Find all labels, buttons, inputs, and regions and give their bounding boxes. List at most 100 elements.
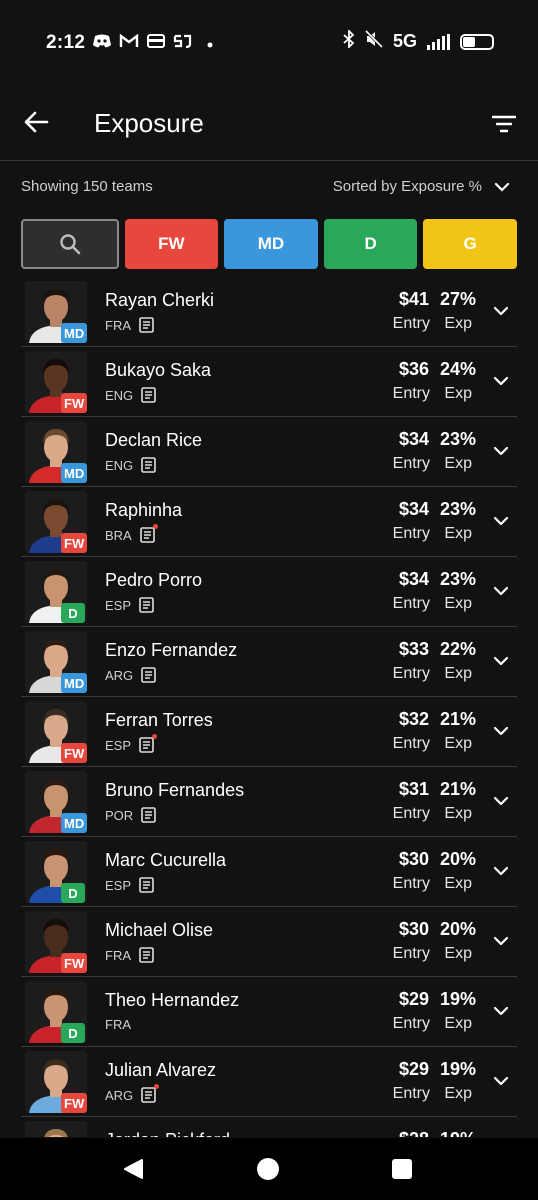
- player-row[interactable]: FW Ferran Torres ESP $32 Entry 21% Exp: [21, 697, 517, 767]
- expand-row-button[interactable]: [491, 931, 511, 951]
- news-icon[interactable]: [139, 877, 154, 893]
- player-country-line: ARG: [105, 667, 156, 683]
- signal-icon: [427, 33, 450, 50]
- player-country-line: FRA: [105, 1017, 131, 1032]
- position-label: FW: [64, 535, 85, 551]
- news-icon[interactable]: [139, 947, 154, 963]
- news-icon[interactable]: [141, 457, 156, 473]
- entry-value: $30: [398, 849, 429, 869]
- player-country: ESP: [105, 877, 132, 893]
- tab-label: D: [364, 234, 377, 253]
- filter-button[interactable]: [486, 106, 522, 142]
- news-icon[interactable]: [141, 1084, 160, 1103]
- news-icon[interactable]: [139, 734, 158, 753]
- player-row[interactable]: MD Rayan Cherki FRA $41 Entry 27% Exp: [21, 277, 517, 347]
- chevron-down-icon: [493, 1006, 509, 1016]
- system-nav-bar: [0, 1138, 538, 1200]
- position-label: MD: [64, 325, 85, 341]
- player-row[interactable]: MD Declan Rice ENG $34 Entry 23% Exp: [21, 417, 517, 487]
- entry-value: $34: [398, 429, 429, 449]
- expand-row-button[interactable]: [491, 1001, 511, 1021]
- news-icon[interactable]: [139, 317, 154, 333]
- expand-row-button[interactable]: [491, 441, 511, 461]
- exposure-value: 23%: [439, 499, 476, 519]
- player-row[interactable]: MD Bruno Fernandes POR $31 Entry 21% Exp: [21, 767, 517, 837]
- list-summary: Showing 150 teams Sorted by Exposure %: [0, 160, 538, 212]
- player-name: Bruno Fernandes: [105, 780, 245, 800]
- player-name: Michael Olise: [105, 920, 214, 940]
- exposure-value: 19%: [439, 1059, 476, 1079]
- entry-value: $33: [398, 639, 429, 659]
- nav-home-button[interactable]: [257, 1158, 279, 1180]
- exposure-value: 24%: [439, 359, 476, 379]
- entry-label: Entry: [392, 455, 430, 472]
- exposure-label: Exp: [444, 945, 472, 962]
- position-label: MD: [64, 465, 85, 481]
- news-icon[interactable]: [139, 597, 154, 613]
- player-row[interactable]: FW Julian Alvarez ARG $29 Entry 19% Exp: [21, 1047, 517, 1117]
- player-row[interactable]: D Marc Cucurella ESP $30 Entry 20% Exp: [21, 837, 517, 907]
- position-label: D: [68, 1025, 78, 1041]
- expand-row-button[interactable]: [491, 861, 511, 881]
- exposure-label: Exp: [444, 875, 472, 892]
- position-badge: MD: [61, 813, 88, 833]
- dot-icon: [200, 35, 220, 52]
- chevron-down-icon: [494, 182, 510, 192]
- expand-row-button[interactable]: [491, 581, 511, 601]
- expand-row-button[interactable]: [491, 511, 511, 531]
- chevron-down-icon: [493, 376, 509, 386]
- tab-label: G: [463, 234, 477, 253]
- tab-fw[interactable]: FW: [124, 219, 219, 269]
- sort-label: Sorted by Exposure %: [332, 178, 482, 195]
- expand-row-button[interactable]: [491, 301, 511, 321]
- expand-row-button[interactable]: [491, 721, 511, 741]
- position-label: FW: [64, 395, 85, 411]
- sort-dropdown[interactable]: Sorted by Exposure %: [333, 178, 510, 195]
- entry-value: $30: [398, 919, 429, 939]
- tab-g[interactable]: G: [423, 219, 517, 269]
- player-row[interactable]: D Theo Hernandez FRA $29 Entry 19% Exp: [21, 977, 517, 1047]
- chevron-down-icon: [493, 726, 509, 736]
- entry-label: Entry: [392, 385, 430, 402]
- player-name: Marc Cucurella: [105, 850, 227, 870]
- player-row[interactable]: FW Raphinha BRA $34 Entry 23% Exp: [21, 487, 517, 557]
- position-label: FW: [64, 745, 85, 761]
- back-button[interactable]: [18, 104, 54, 140]
- discord-icon: [92, 33, 112, 53]
- tab-label: FW: [158, 234, 185, 253]
- tab-d[interactable]: D: [323, 219, 418, 269]
- player-name: Declan Rice: [105, 430, 203, 450]
- player-row[interactable]: MD Enzo Fernandez ARG $33 Entry 22% Exp: [21, 627, 517, 697]
- search-tab[interactable]: [21, 219, 119, 269]
- position-label: FW: [64, 955, 85, 971]
- expand-row-button[interactable]: [491, 1071, 511, 1091]
- player-row[interactable]: FW Bukayo Saka ENG $36 Entry 24% Exp: [21, 347, 517, 417]
- position-label: MD: [64, 815, 85, 831]
- player-country-line: FRA: [105, 317, 154, 333]
- chevron-down-icon: [493, 656, 509, 666]
- exposure-value: 19%: [440, 1129, 476, 1137]
- player-name: Julian Alvarez: [105, 1060, 217, 1080]
- expand-row-button[interactable]: [491, 651, 511, 671]
- expand-row-button[interactable]: [491, 371, 511, 391]
- player-row[interactable]: FW Michael Olise FRA $30 Entry 20% Exp: [21, 907, 517, 977]
- nav-recents-button[interactable]: [392, 1159, 412, 1179]
- expand-row-button[interactable]: [491, 791, 511, 811]
- nav-back-button[interactable]: [122, 1158, 144, 1185]
- chevron-down-icon: [493, 306, 509, 316]
- news-icon[interactable]: [139, 524, 158, 543]
- chevron-down-icon: [493, 936, 509, 946]
- bluetooth-icon: [343, 28, 355, 53]
- exposure-value: 22%: [439, 639, 476, 659]
- player-row[interactable]: D Pedro Porro ESP $34 Entry 23% Exp: [21, 557, 517, 627]
- news-icon[interactable]: [141, 807, 156, 823]
- position-badge: MD: [61, 673, 88, 693]
- news-icon[interactable]: [141, 387, 156, 403]
- player-row[interactable]: GJordan PickfordENG$28Entry19%Exp: [21, 1117, 517, 1137]
- exposure-value: 27%: [439, 289, 476, 309]
- tab-label: MD: [257, 234, 285, 253]
- news-icon[interactable]: [141, 667, 156, 683]
- player-country-line: ESP: [105, 597, 154, 613]
- tab-md[interactable]: MD: [224, 219, 318, 269]
- position-label: D: [68, 605, 78, 621]
